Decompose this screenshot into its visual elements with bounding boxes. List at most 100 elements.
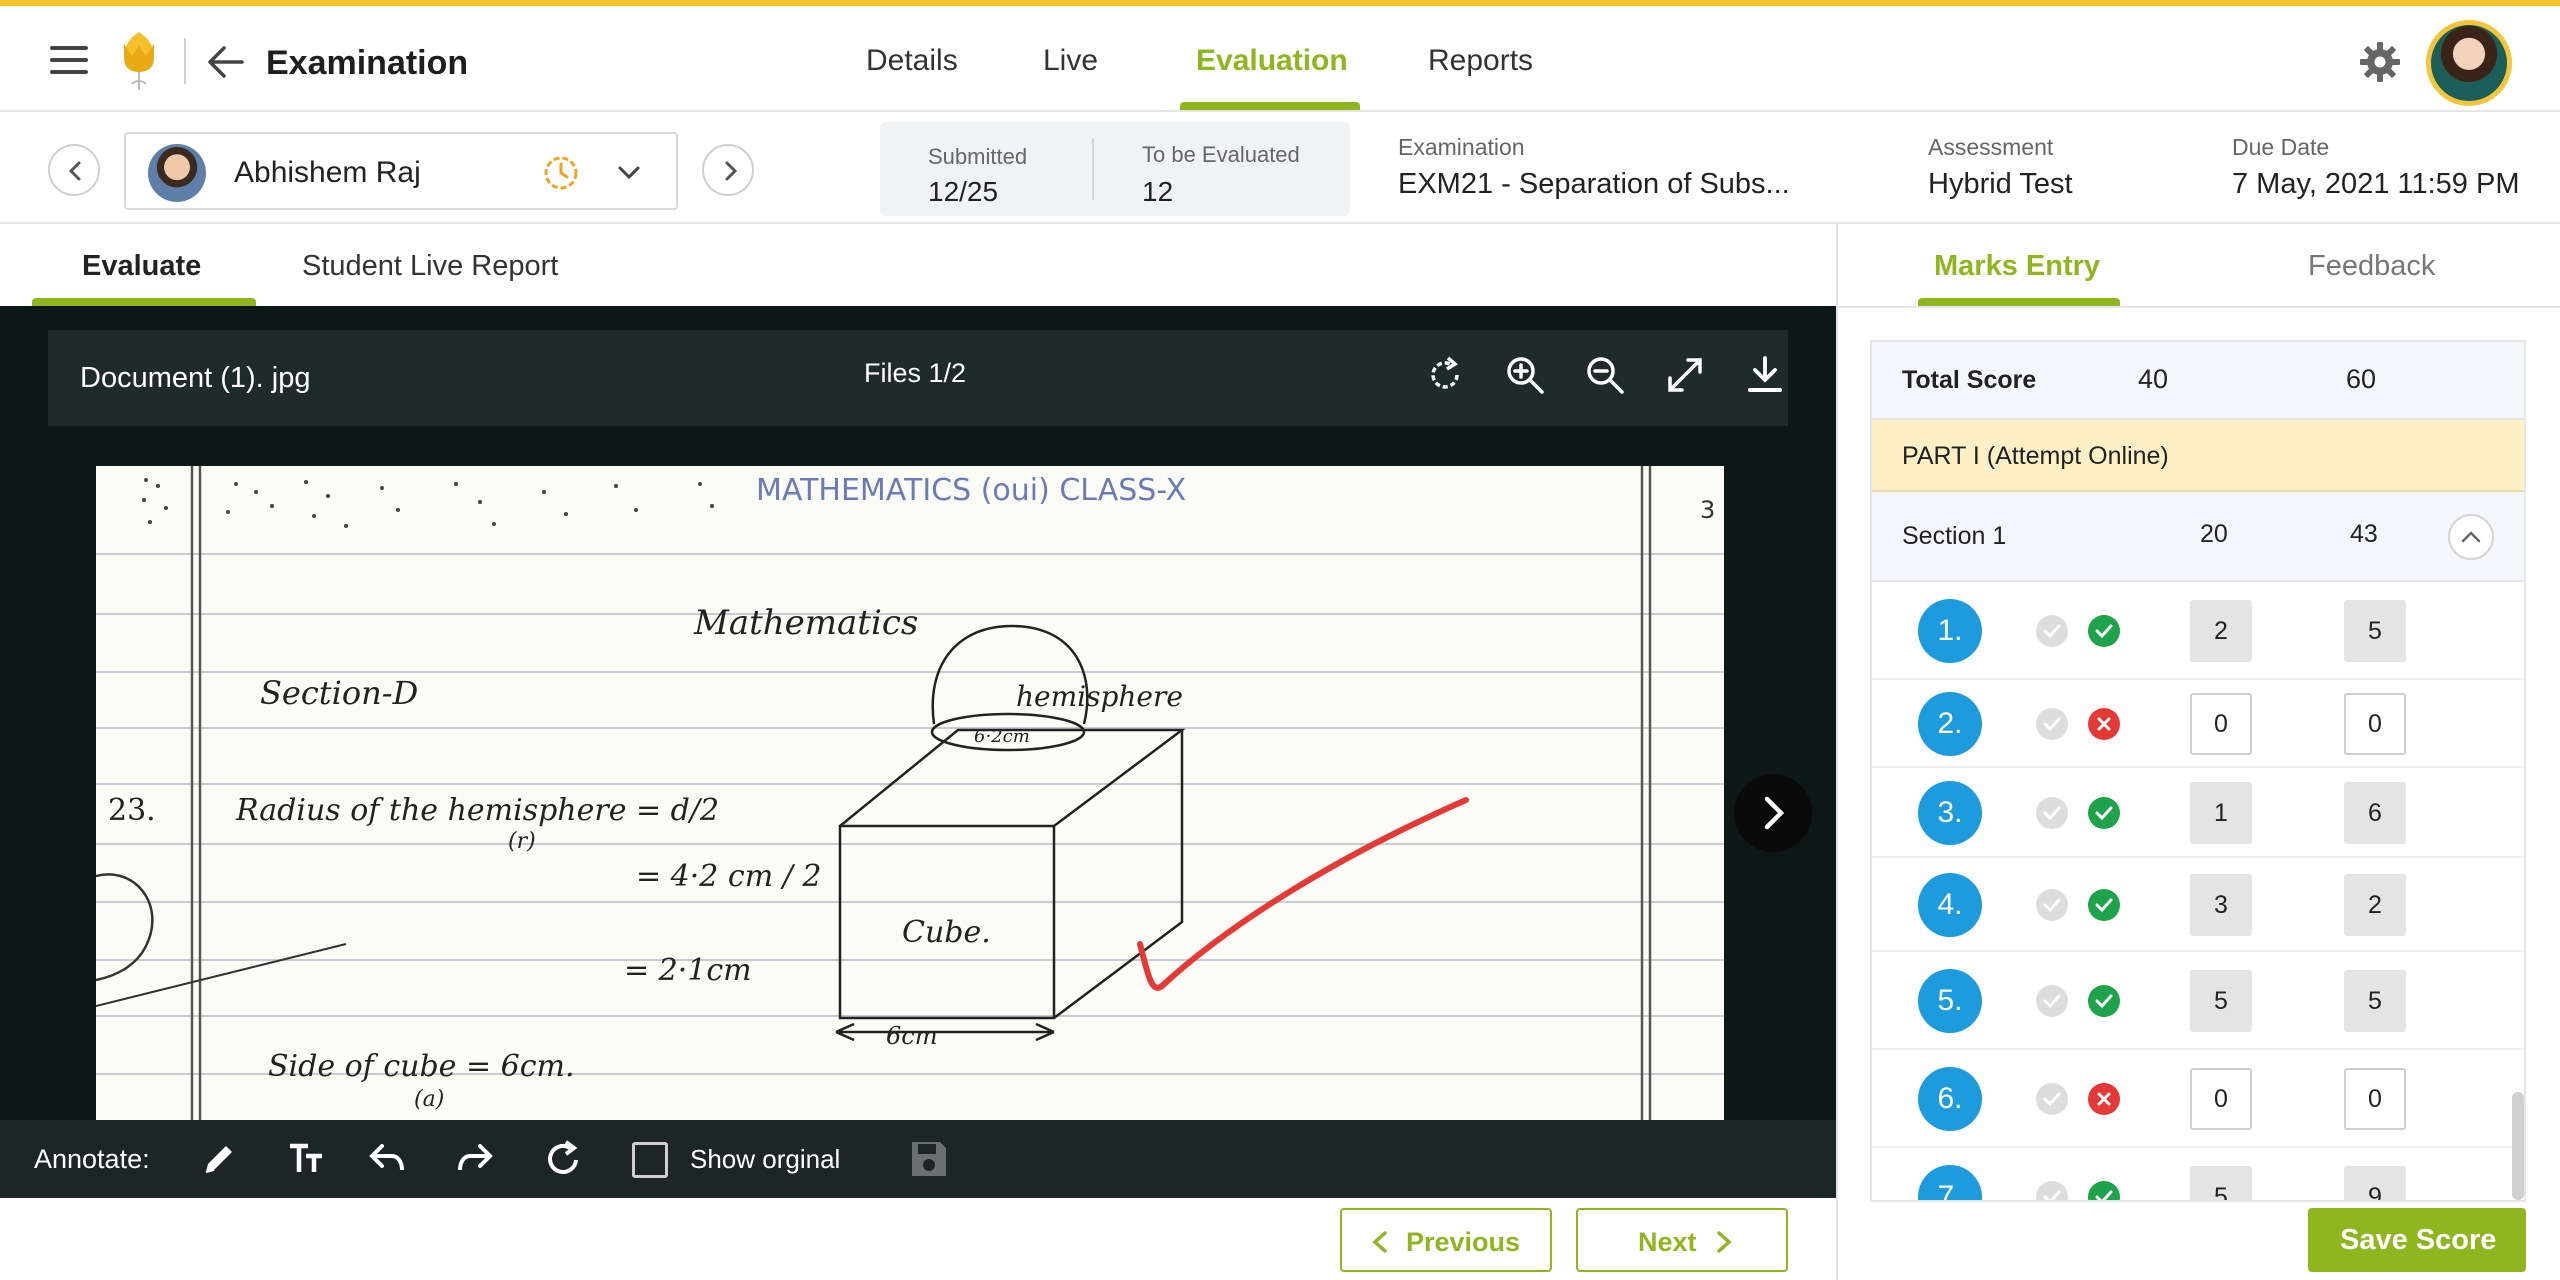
check-icon[interactable]: [2036, 985, 2068, 1017]
chevron-right-icon: [1717, 1231, 1732, 1253]
marks-awarded-input[interactable]: 1: [2190, 782, 2252, 844]
question-number[interactable]: 3.: [1918, 781, 1982, 845]
tab-student-live-report[interactable]: Student Live Report: [302, 250, 558, 283]
figure-label-hemisphere: hemisphere: [1016, 680, 1183, 713]
sheet-line-2: = 4·2 cm / 2: [636, 859, 821, 894]
figure-label-cube: Cube.: [902, 915, 991, 950]
sheet-line-4: Side of cube = 6cm.: [268, 1049, 575, 1084]
tab-reports[interactable]: Reports: [1428, 44, 1533, 78]
check-icon[interactable]: [2088, 889, 2120, 921]
scanned-answer-sheet[interactable]: MATHEMATICS (oui) CLASS-X 3 Mathematics …: [96, 466, 1724, 1120]
check-icon[interactable]: [2036, 1083, 2068, 1115]
save-icon[interactable]: [908, 1138, 950, 1180]
question-number[interactable]: 6.: [1918, 1067, 1982, 1131]
marks-awarded-input[interactable]: 0: [2190, 1068, 2252, 1130]
question-number[interactable]: 5.: [1918, 969, 1982, 1033]
question-number[interactable]: 2.: [1918, 692, 1982, 756]
max-marks-value: 6: [2344, 782, 2406, 844]
refresh-icon[interactable]: [542, 1138, 584, 1180]
user-avatar[interactable]: [2426, 20, 2512, 106]
close-icon[interactable]: [2088, 708, 2120, 740]
marks-awarded-input[interactable]: 3: [2190, 874, 2252, 936]
menu-icon[interactable]: [50, 46, 88, 74]
section-collapse-button[interactable]: [2448, 514, 2494, 560]
max-marks-value[interactable]: 0: [2344, 693, 2406, 755]
section-row[interactable]: Section 1 20 43: [1872, 492, 2524, 582]
check-icon[interactable]: [2036, 615, 2068, 647]
save-score-label: Save Score: [2340, 1224, 2497, 1256]
marks-tab-indicator: [1918, 298, 2120, 306]
chevron-left-icon: [1372, 1231, 1387, 1253]
pencil-icon[interactable]: [198, 1138, 240, 1180]
check-icon[interactable]: [2088, 797, 2120, 829]
marks-awarded-input[interactable]: 5: [2190, 970, 2252, 1032]
check-icon[interactable]: [2088, 985, 2120, 1017]
max-marks-value[interactable]: 0: [2344, 1068, 2406, 1130]
marks-awarded-input[interactable]: 5: [2190, 1166, 2252, 1200]
back-arrow-icon[interactable]: [206, 44, 246, 80]
tab-live[interactable]: Live: [1043, 44, 1098, 78]
evaluate-tab-indicator: [32, 298, 256, 306]
submitted-label: Submitted: [928, 144, 1028, 169]
next-button[interactable]: Next: [1576, 1208, 1788, 1272]
save-score-button[interactable]: Save Score: [2308, 1208, 2526, 1272]
examination-label: Examination: [1398, 134, 1525, 160]
sheet-line-4-sub: (a): [414, 1087, 444, 1112]
check-icon[interactable]: [2036, 797, 2068, 829]
question-number[interactable]: 4.: [1918, 873, 1982, 937]
viewer-toolbar: Document (1). jpg Files 1/2: [48, 330, 1788, 426]
submitted-value: 12/25: [928, 176, 999, 207]
section-label: Section 1: [1902, 522, 2007, 550]
page-title: Examination: [266, 44, 469, 82]
tab-evaluation[interactable]: Evaluation: [1196, 44, 1348, 78]
close-icon[interactable]: [2088, 1083, 2120, 1115]
question-number[interactable]: 7.: [1918, 1165, 1982, 1200]
to-be-evaluated-label: To be Evaluated: [1142, 142, 1300, 167]
tab-evaluate[interactable]: Evaluate: [82, 250, 201, 283]
due-date-value: 7 May, 2021 11:59 PM: [2232, 168, 2520, 200]
undo-icon[interactable]: [366, 1138, 408, 1180]
next-student-button[interactable]: [702, 144, 754, 196]
download-icon[interactable]: [1742, 352, 1788, 398]
zoom-out-icon[interactable]: [1582, 352, 1628, 398]
marks-awarded-input[interactable]: 2: [2190, 600, 2252, 662]
show-original-checkbox[interactable]: [632, 1142, 668, 1178]
assessment-label: Assessment: [1928, 134, 2054, 160]
marks-scrollbar[interactable]: [2512, 1092, 2524, 1200]
gear-icon[interactable]: [2358, 40, 2402, 84]
check-icon[interactable]: [2088, 1181, 2120, 1200]
submission-stats: Submitted 12/25 To be Evaluated 12: [880, 122, 1350, 216]
check-icon[interactable]: [2036, 708, 2068, 740]
prev-student-button[interactable]: [48, 144, 100, 196]
tab-marks-entry[interactable]: Marks Entry: [1934, 250, 2100, 283]
chevron-down-icon[interactable]: [614, 160, 644, 184]
annotate-toolbar: Annotate: Show orginal: [0, 1120, 1836, 1198]
sheet-section: Section-D: [260, 674, 418, 712]
question-number[interactable]: 1.: [1918, 599, 1982, 663]
check-icon[interactable]: [2088, 615, 2120, 647]
tab-details[interactable]: Details: [866, 44, 958, 78]
figure-label-diameter: 6·2cm: [974, 726, 1030, 747]
check-icon[interactable]: [2036, 1181, 2068, 1200]
to-be-evaluated-value: 12: [1142, 176, 1174, 207]
expand-icon[interactable]: [1662, 352, 1708, 398]
check-icon[interactable]: [2036, 889, 2068, 921]
zoom-in-icon[interactable]: [1502, 352, 1548, 398]
total-score-row: Total Score 40 60: [1872, 342, 2524, 420]
marks-awarded-input[interactable]: 0: [2190, 693, 2252, 755]
student-selector[interactable]: Abhishem Raj: [124, 132, 678, 210]
previous-button[interactable]: Previous: [1340, 1208, 1552, 1272]
panel-divider: [1836, 224, 1838, 1280]
text-size-icon[interactable]: [286, 1138, 328, 1180]
next-page-button[interactable]: [1734, 774, 1812, 852]
sheet-line-1: Radius of the hemisphere = d/2: [235, 793, 719, 828]
student-avatar: [148, 144, 206, 202]
redo-icon[interactable]: [454, 1138, 496, 1180]
sheet-page-number: 3: [1700, 496, 1715, 524]
due-date-label: Due Date: [2232, 134, 2330, 160]
rotate-icon[interactable]: [1422, 352, 1468, 398]
document-viewer: Document (1). jpg Files 1/2 MATHEMATICS …: [0, 306, 1836, 1120]
question-row: 4. 3 2: [1872, 858, 2524, 952]
tab-feedback[interactable]: Feedback: [2308, 250, 2435, 283]
question-row: 2. 0 0: [1872, 680, 2524, 768]
